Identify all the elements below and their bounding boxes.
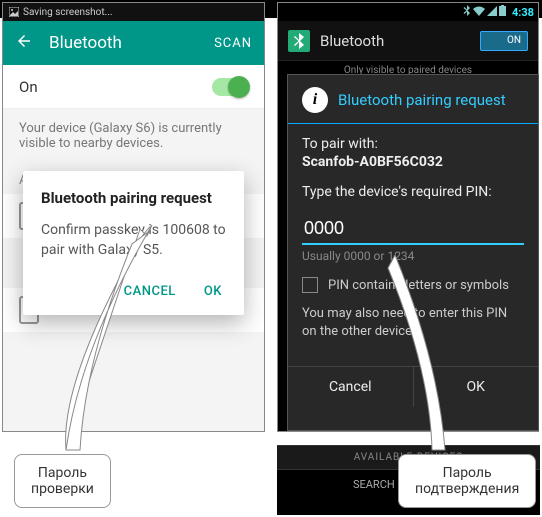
on-label: On — [19, 78, 212, 96]
page-title: Bluetooth — [49, 33, 214, 53]
pair-with-label: To pair with: — [302, 136, 524, 152]
signal-icon — [487, 6, 497, 19]
visibility-info: Your device (Galaxy S6) is currently vis… — [3, 109, 264, 163]
type-pin-label: Type the device's required PIN: — [302, 184, 524, 200]
info-icon: i — [302, 87, 328, 113]
dialog-title: Bluetooth pairing request — [338, 91, 506, 109]
callout-box: Парольподтверждения — [398, 454, 536, 508]
pin-letters-row[interactable]: PIN contains letters or symbols — [302, 277, 524, 293]
dialog-buttons: Cancel OK — [288, 366, 538, 407]
cancel-button[interactable]: Cancel — [288, 367, 414, 407]
bluetooth-icon — [463, 5, 471, 20]
status-bar: 4:38 — [278, 3, 538, 21]
ok-button[interactable]: OK — [414, 367, 539, 407]
bluetooth-toggle-row: On — [3, 65, 264, 109]
dialog-text: Confirm passkey is 100608 to pair with G… — [41, 221, 226, 260]
bluetooth-switch[interactable]: ON — [480, 31, 528, 51]
dialog-note: You may also need to enter this PIN on t… — [302, 305, 524, 340]
checkbox[interactable] — [302, 277, 318, 293]
battery-icon — [499, 5, 506, 19]
callout-text: Парольпроверки — [31, 465, 94, 497]
app-header: Bluetooth SCAN — [3, 21, 264, 65]
dialog-header: i Bluetooth pairing request — [288, 75, 538, 124]
page-title: Bluetooth — [320, 32, 480, 50]
bluetooth-toggle[interactable] — [212, 78, 248, 96]
clock: 4:38 — [512, 6, 534, 19]
back-icon[interactable] — [15, 32, 33, 54]
pin-input[interactable] — [302, 214, 524, 245]
status-bar: Saving screenshot... — [3, 3, 264, 21]
pairing-dialog: i Bluetooth pairing request To pair with… — [287, 74, 539, 431]
device-name: Scanfob-A0BF56C032 — [302, 154, 524, 170]
ok-button[interactable]: OK — [200, 276, 226, 307]
status-text: Saving screenshot... — [23, 7, 113, 18]
bluetooth-app-icon — [288, 30, 310, 52]
image-icon — [9, 7, 19, 17]
wifi-icon — [473, 6, 485, 19]
scan-button[interactable]: SCAN — [214, 36, 252, 51]
pairing-dialog: Bluetooth pairing request Confirm passke… — [23, 171, 244, 315]
app-header: Bluetooth ON — [278, 21, 538, 61]
dialog-buttons: CANCEL OK — [41, 276, 226, 307]
callout-box: Парольпроверки — [14, 454, 111, 508]
callout-text: Парольподтверждения — [415, 465, 519, 497]
dialog-title: Bluetooth pairing request — [41, 189, 226, 207]
checkbox-label: PIN contains letters or symbols — [328, 278, 509, 293]
dialog-body: To pair with: Scanfob-A0BF56C032 Type th… — [288, 124, 538, 352]
pin-hint: Usually 0000 or 1234 — [302, 249, 524, 263]
phone-left: Saving screenshot... Bluetooth SCAN On Y… — [2, 2, 265, 432]
cancel-button[interactable]: CANCEL — [120, 276, 180, 307]
